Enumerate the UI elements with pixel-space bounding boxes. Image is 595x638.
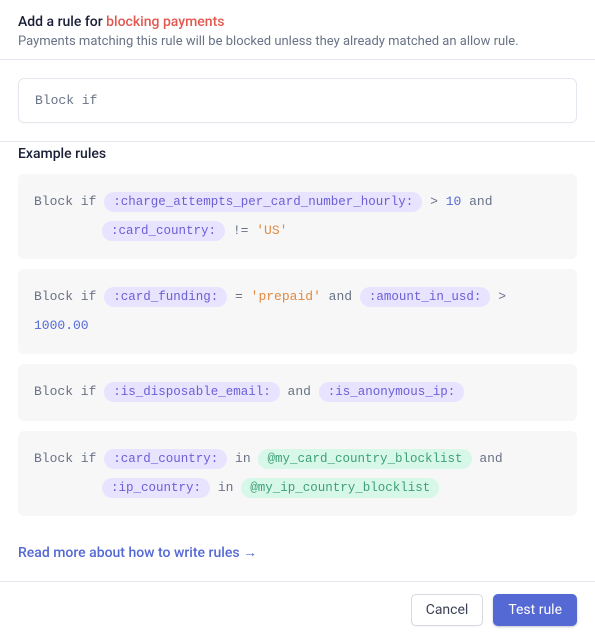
variable-token: :card_funding:	[104, 287, 227, 307]
page-subtitle: Payments matching this rule will be bloc…	[18, 34, 577, 49]
title-emphasis: blocking payments	[106, 14, 224, 30]
example-rule: Block if :is_disposable_email: and :is_a…	[18, 364, 577, 421]
variable-token: :ip_country:	[102, 478, 210, 498]
rule-input[interactable]	[18, 78, 577, 123]
read-more-link[interactable]: Read more about how to write rules →	[18, 545, 257, 561]
title-prefix: Add a rule for	[18, 14, 106, 30]
variable-token: :card_country:	[102, 221, 225, 241]
cancel-button[interactable]: Cancel	[411, 594, 484, 626]
page-title: Add a rule for blocking payments	[18, 14, 577, 30]
example-rule: Block if :card_country: in @my_card_coun…	[18, 431, 577, 516]
rule-input-section	[0, 60, 595, 141]
variable-token: :charge_attempts_per_card_number_hourly:	[104, 192, 422, 212]
example-rule: Block if :card_funding: = 'prepaid' and …	[18, 269, 577, 354]
link-text: Read more about how to write rules	[18, 545, 240, 561]
list-token: @my_ip_country_blocklist	[241, 478, 439, 498]
example-rule: Block if :charge_attempts_per_card_numbe…	[18, 174, 577, 259]
variable-token: :amount_in_usd:	[360, 287, 491, 307]
list-token: @my_card_country_blocklist	[258, 449, 471, 469]
examples-title: Example rules	[18, 146, 577, 162]
dialog-header: Add a rule for blocking payments Payment…	[0, 0, 595, 59]
variable-token: :card_country:	[104, 449, 227, 469]
help-link-row: Read more about how to write rules →	[0, 544, 595, 581]
variable-token: :is_disposable_email:	[104, 382, 280, 402]
test-rule-button[interactable]: Test rule	[493, 594, 577, 626]
arrow-right-icon: →	[243, 545, 257, 561]
dialog-footer: Cancel Test rule	[0, 581, 595, 638]
example-rules-section: Example rules Block if :charge_attempts_…	[0, 142, 595, 544]
variable-token: :is_anonymous_ip:	[319, 382, 465, 402]
